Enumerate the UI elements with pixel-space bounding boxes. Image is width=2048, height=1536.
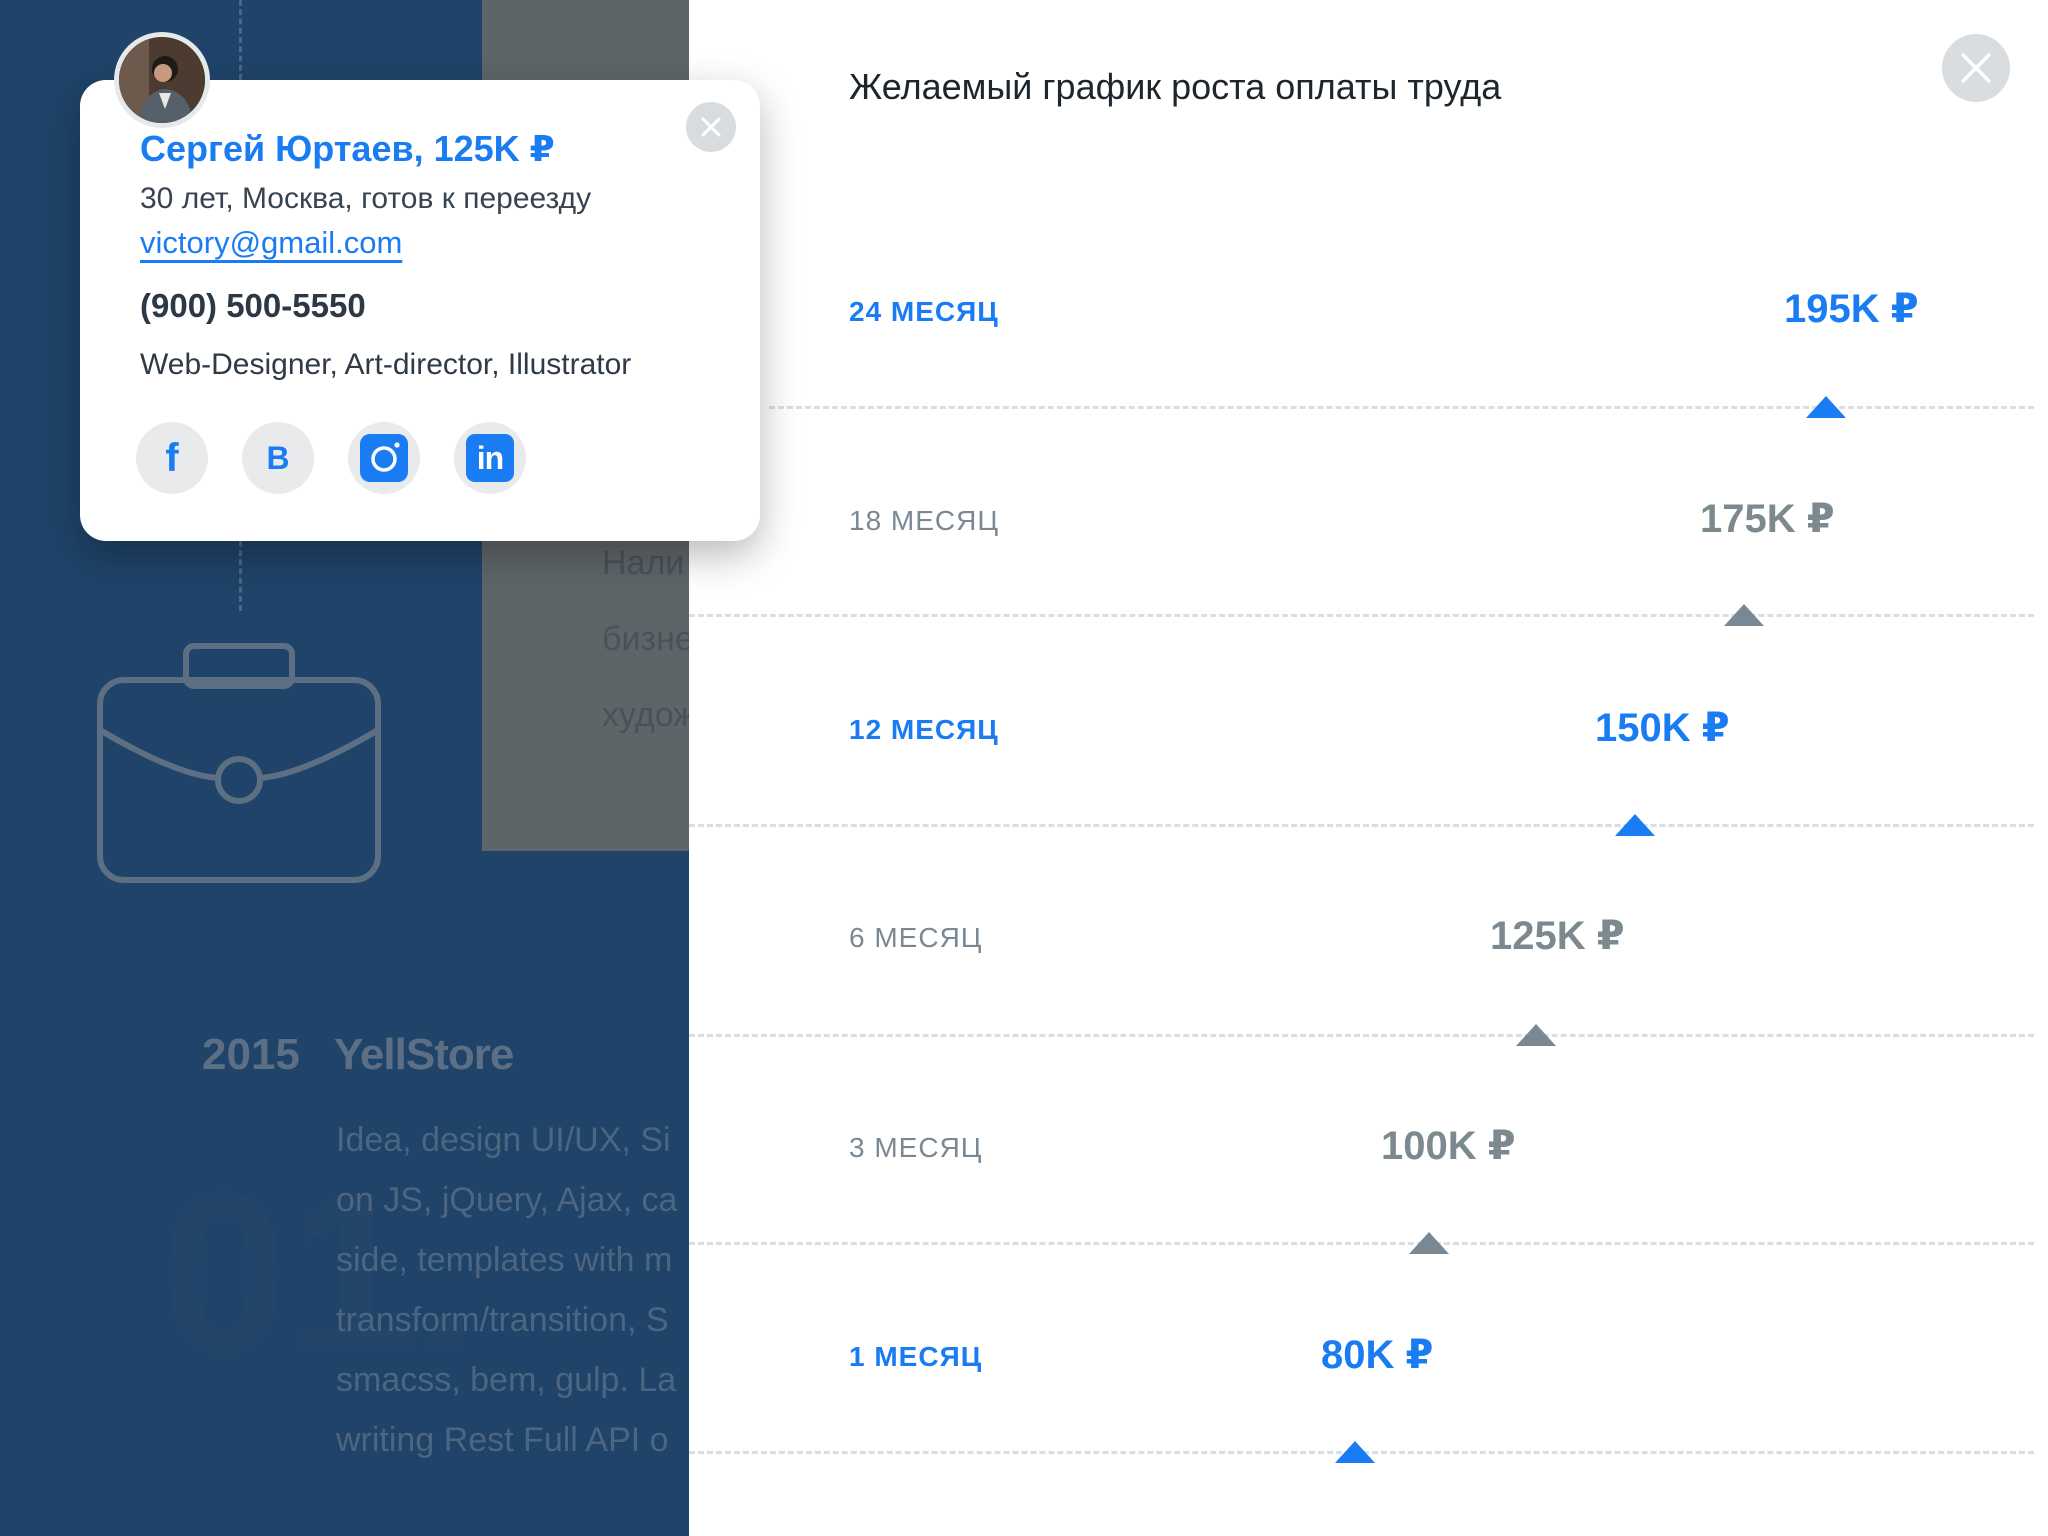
salary-growth-panel: Желаемый график роста оплаты труда 24 МЕ… (689, 0, 2048, 1536)
milestone-marker (1806, 396, 1846, 418)
experience-company: YellStore (334, 1030, 514, 1079)
close-icon (701, 117, 721, 137)
email-link[interactable]: victory@gmail.com (140, 225, 402, 261)
experience-year: 2015 (202, 1030, 300, 1079)
milestone-label: 6 МЕСЯЦ (849, 922, 983, 953)
milestone-label: 3 МЕСЯЦ (849, 1132, 983, 1163)
milestone-divider (689, 1242, 2034, 1245)
phone-number: (900) 500-5550 (140, 287, 366, 324)
description-line: Idea, design UI/UX, Si (336, 1121, 671, 1159)
avatar (114, 32, 210, 128)
background-card-text: худож (602, 696, 689, 734)
milestone-marker (1516, 1024, 1556, 1046)
facebook-icon: f (165, 435, 179, 480)
close-panel-button[interactable] (1942, 34, 2010, 102)
vk-icon: B (266, 439, 290, 476)
milestone-divider (689, 1034, 2034, 1037)
milestone-amount: 125K ₽ (1490, 914, 1625, 958)
close-card-button[interactable] (686, 102, 736, 152)
briefcase-icon (96, 640, 382, 891)
milestone-amount: 150K ₽ (1595, 706, 1730, 750)
background-card-text: бизне (602, 620, 689, 658)
background-card-text: Нали (602, 544, 685, 582)
milestone-divider (689, 824, 2034, 827)
milestone-marker (1409, 1232, 1449, 1254)
vk-button[interactable]: B (242, 422, 314, 494)
description-line: smacss, bem, gulp. La (336, 1361, 677, 1399)
milestone-amount: 80K ₽ (1321, 1333, 1434, 1377)
social-links: f B in (136, 422, 526, 494)
linkedin-button[interactable]: in (454, 422, 526, 494)
milestone-amount: 100K ₽ (1381, 1124, 1516, 1168)
panel-title: Желаемый график роста оплаты труда (849, 66, 1502, 107)
experience-description: Idea, design UI/UX, Si on JS, jQuery, Aj… (336, 1110, 677, 1470)
milestone-amount: 195K ₽ (1784, 287, 1919, 331)
milestone-marker (1335, 1441, 1375, 1463)
contact-card: Сергей Юртаев, 125K ₽ 30 лет, Москва, го… (80, 32, 760, 541)
milestone-label: 18 МЕСЯЦ (849, 505, 1000, 536)
description-line: on JS, jQuery, Ajax, ca (336, 1181, 678, 1219)
timeline-line (239, 0, 242, 80)
milestone-divider (689, 614, 2034, 617)
candidate-name: Сергей Юртаев, 125K ₽ (140, 128, 555, 169)
description-line: side, templates with m (336, 1241, 673, 1279)
milestone-label: 24 МЕСЯЦ (849, 296, 999, 327)
description-line: writing Rest Full API o (336, 1421, 669, 1459)
milestone-label: 12 МЕСЯЦ (849, 714, 999, 745)
candidate-roles: Web-Designer, Art-director, Illustrator (140, 348, 632, 381)
milestone-marker (1615, 814, 1655, 836)
facebook-button[interactable]: f (136, 422, 208, 494)
linkedin-glyph: in (476, 439, 504, 476)
instagram-icon (360, 434, 408, 482)
milestone-label: 1 МЕСЯЦ (849, 1341, 983, 1372)
timeline-line (239, 541, 242, 611)
milestone-marker (1724, 604, 1764, 626)
close-icon (1961, 53, 1991, 83)
candidate-info: 30 лет, Москва, готов к переезду (140, 182, 592, 215)
description-line: transform/transition, S (336, 1301, 669, 1339)
milestone-amount: 175K ₽ (1700, 497, 1835, 541)
instagram-button[interactable] (348, 422, 420, 494)
linkedin-icon: in (466, 434, 514, 482)
